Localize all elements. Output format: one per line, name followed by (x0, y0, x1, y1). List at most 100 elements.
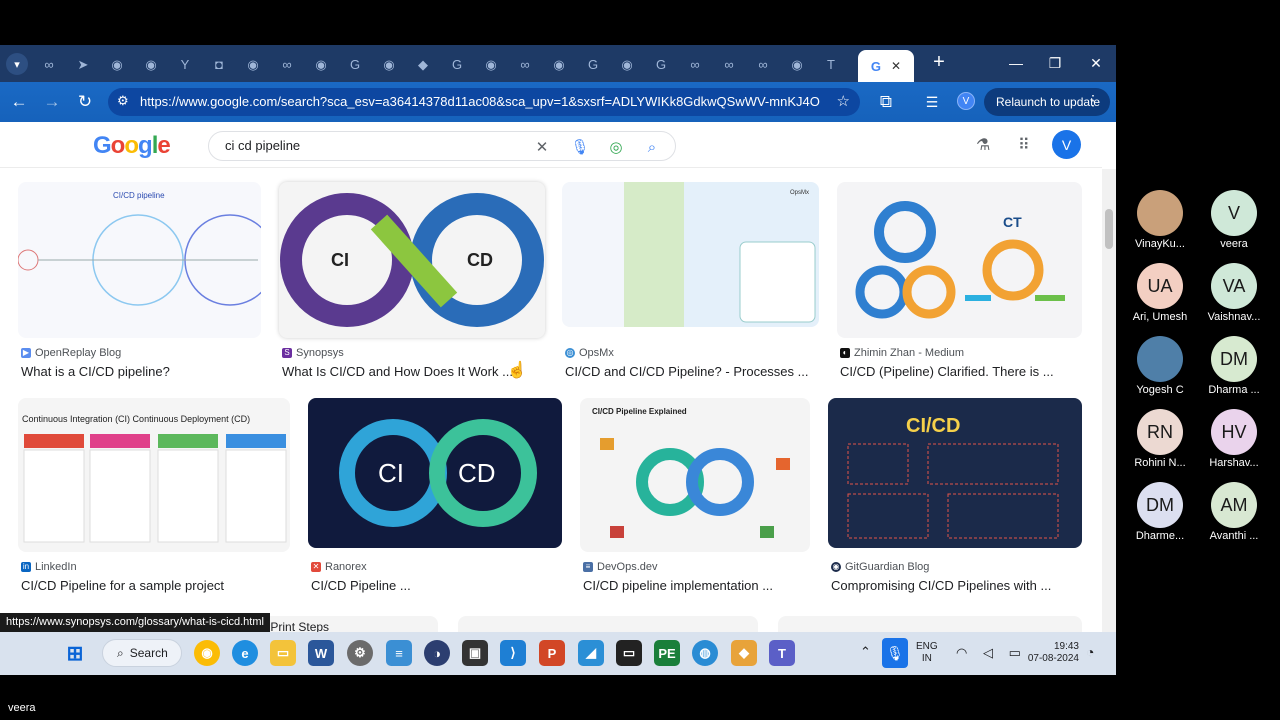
settings-gear-icon[interactable]: ⚙ (347, 640, 373, 666)
command-prompt-icon[interactable]: ▭ (616, 640, 642, 666)
browser-tab[interactable]: ∞ (514, 53, 536, 75)
edge-app-icon[interactable]: e (232, 640, 258, 666)
result-source[interactable]: in LinkedIn (21, 561, 77, 573)
browser-tab[interactable]: ◉ (140, 53, 162, 75)
browser-tab[interactable]: G (446, 53, 468, 75)
microphone-icon[interactable]: 🎙 (882, 638, 908, 668)
result-thumbnail[interactable]: Continuous Integration (CI) Continuous D… (18, 398, 290, 552)
result-title[interactable]: Compromising CI/CD Pipelines with ... (831, 578, 1051, 593)
bookmark-star-icon[interactable]: ☆ (837, 92, 850, 110)
address-bar[interactable]: ⚙ https://www.google.com/search?sca_esv=… (108, 88, 860, 116)
browser-tab[interactable]: ∞ (276, 53, 298, 75)
taskbar-search-button[interactable]: ⌕ Search (102, 639, 182, 667)
result-title[interactable]: CI/CD Pipeline ... (311, 578, 411, 593)
voice-search-icon[interactable]: 🎙 (570, 138, 589, 156)
result-source[interactable]: ◎ OpsMx (565, 347, 614, 359)
language-indicator[interactable]: ENG IN (916, 641, 938, 665)
google-account-avatar[interactable]: V (1052, 130, 1081, 159)
forward-arrow-icon[interactable]: → (40, 90, 64, 114)
minimize-icon[interactable]: — (1004, 51, 1028, 75)
google-doodle-logo[interactable]: Google (93, 132, 171, 159)
result-source[interactable]: ≡ DevOps.dev (583, 561, 658, 573)
windows-start-icon[interactable]: ⊞ (62, 640, 88, 666)
profile-avatar[interactable]: V (957, 92, 975, 110)
result-title[interactable]: CI/CD pipeline implementation ... (583, 578, 773, 593)
app-icon[interactable]: ◆ (731, 640, 757, 666)
participant-tile[interactable]: RN Rohini N... (1120, 409, 1200, 469)
notepad-app-icon[interactable]: ≡ (386, 640, 412, 666)
scrollbar-thumb[interactable] (1105, 209, 1113, 249)
result-title[interactable]: CI/CD Pipeline for a sample project (21, 578, 224, 593)
browser-tab[interactable]: ∞ (752, 53, 774, 75)
tab-active-google[interactable]: G ✕ (858, 50, 914, 82)
google-apps-icon[interactable]: ⠿ (1018, 135, 1030, 155)
chevron-up-icon[interactable]: ⌃ (860, 644, 871, 660)
browser-tab[interactable]: T (820, 53, 842, 75)
new-tab-button[interactable]: + (928, 51, 950, 73)
browser-tab[interactable]: ◉ (480, 53, 502, 75)
close-tab-icon[interactable]: ✕ (891, 60, 901, 72)
browser-tab[interactable]: ◉ (242, 53, 264, 75)
notification-bell-icon[interactable]: ◔ (1086, 644, 1094, 660)
participant-tile[interactable]: DM Dharma ... (1194, 336, 1274, 396)
browser-tab[interactable]: G (582, 53, 604, 75)
browser-tab[interactable]: ◉ (786, 53, 808, 75)
browser-tab[interactable]: Y (174, 53, 196, 75)
labs-flask-icon[interactable]: ⚗ (976, 135, 990, 155)
participant-tile[interactable]: UA Ari, Umesh (1120, 263, 1200, 323)
vscode-app-icon[interactable]: ⟩ (500, 640, 526, 666)
result-title[interactable]: CI/CD (Pipeline) Clarified. There is ... (840, 364, 1054, 379)
extensions-icon[interactable]: ⧉ (874, 90, 898, 114)
result-source[interactable]: S Synopsys (282, 347, 344, 359)
browser-tab[interactable]: ◉ (310, 53, 332, 75)
result-thumbnail[interactable]: CI CD (308, 398, 562, 548)
participant-tile[interactable]: Vveera (1194, 190, 1274, 250)
participant-tile[interactable]: AM Avanthi ... (1194, 482, 1274, 542)
result-source[interactable]: ◐ Zhimin Zhan - Medium (840, 347, 964, 359)
result-source[interactable]: ◉ GitGuardian Blog (831, 561, 929, 573)
reload-icon[interactable]: ↻ (73, 90, 97, 114)
more-menu-icon[interactable]: ⋮ (1086, 92, 1100, 109)
result-thumbnail[interactable]: CI CD (279, 182, 545, 338)
browser-tab[interactable]: ∞ (718, 53, 740, 75)
network-volume-battery-icons[interactable]: ◠ ◁ ▭ (956, 645, 1027, 661)
result-source[interactable]: ✕ Ranorex (311, 561, 367, 573)
result-title[interactable]: What is a CI/CD pipeline? (21, 364, 170, 379)
pycharm-app-icon[interactable]: PE (654, 640, 680, 666)
tab-search-dropdown[interactable]: ▾ (6, 53, 28, 75)
participant-tile[interactable]: HV Harshav... (1194, 409, 1274, 469)
word-app-icon[interactable]: W (308, 640, 334, 666)
result-source[interactable]: ▶ OpenReplay Blog (21, 347, 121, 359)
search-input[interactable] (225, 138, 515, 153)
browser-tab[interactable]: ∞ (684, 53, 706, 75)
result-thumbnail[interactable]: CI/CD (828, 398, 1082, 548)
chrome-app-icon[interactable]: ◉ (194, 640, 220, 666)
media-controls-icon[interactable]: ☰ (920, 90, 944, 114)
result-thumbnail[interactable]: OpsMx (562, 182, 819, 327)
page-scrollbar[interactable] (1102, 169, 1116, 632)
site-info-icon[interactable]: ⚙ (117, 93, 129, 109)
participant-tile[interactable]: VA Vaishnav... (1194, 263, 1274, 323)
participant-tile[interactable]: VinayKu... (1120, 190, 1200, 250)
browser-tab[interactable]: ◆ (412, 53, 434, 75)
browser-tab[interactable]: ◉ (616, 53, 638, 75)
file-explorer-icon[interactable]: ▭ (270, 640, 296, 666)
restore-icon[interactable]: ❐ (1043, 51, 1067, 75)
lens-search-icon[interactable]: ◎ (607, 138, 625, 156)
browser-tab[interactable]: G (344, 53, 366, 75)
result-thumbnail[interactable]: CI/CD pipeline (18, 182, 261, 338)
result-title[interactable]: CI/CD and CI/CD Pipeline? - Processes ..… (565, 364, 808, 379)
result-thumbnail[interactable]: CI/CD Pipeline Explained (580, 398, 810, 552)
search-icon[interactable]: ⌕ (643, 138, 661, 156)
browser-tab[interactable]: ◉ (378, 53, 400, 75)
partial-result-thumbnail[interactable] (778, 616, 1082, 632)
app-icon[interactable]: ◢ (578, 640, 604, 666)
browser-tab[interactable]: ◘ (208, 53, 230, 75)
relaunch-update-button[interactable]: Relaunch to update ⋮ (984, 88, 1110, 116)
powerpoint-app-icon[interactable]: P (539, 640, 565, 666)
browser-tab[interactable]: G (650, 53, 672, 75)
browser-tab[interactable]: ∞ (38, 53, 60, 75)
participant-tile[interactable]: DM Dharme... (1120, 482, 1200, 542)
clear-search-icon[interactable]: ✕ (533, 138, 551, 156)
browser-tab[interactable]: ➤ (72, 53, 94, 75)
